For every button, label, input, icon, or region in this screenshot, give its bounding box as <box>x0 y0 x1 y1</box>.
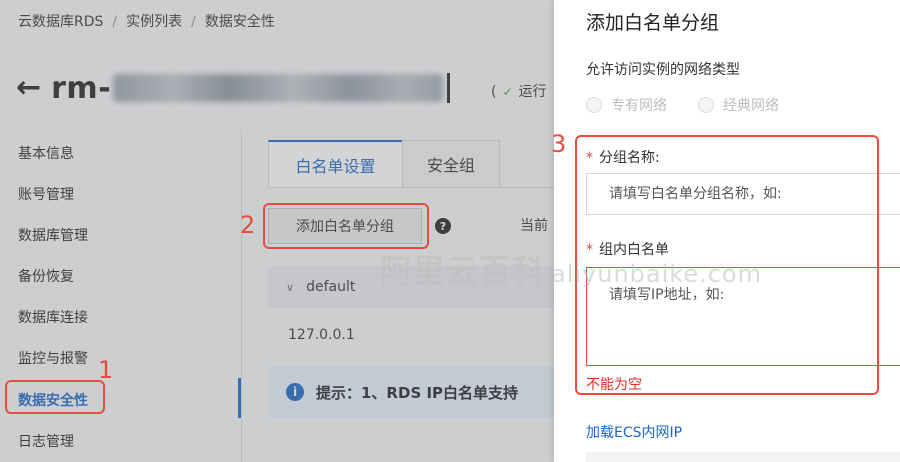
annotation-number-1: 1 <box>98 356 114 384</box>
network-type-label: 允许访问实例的网络类型 <box>586 62 740 78</box>
radio-circle-icon[interactable] <box>698 97 714 113</box>
watermark-en: aliyunbaike.com <box>551 260 762 288</box>
radio-circle-icon[interactable] <box>586 97 602 113</box>
radio-vpc-label: 专有网络 <box>611 98 667 114</box>
watermark: 阿里云百科 aliyunbaike.com <box>380 246 762 292</box>
annotation-number-3: 3 <box>551 130 567 158</box>
annotation-box-1 <box>5 380 105 414</box>
annotation-box-2 <box>263 203 429 249</box>
load-ecs-ip-link[interactable]: 加载ECS内网IP <box>586 422 682 442</box>
radio-vpc[interactable]: 专有网络 <box>586 95 667 115</box>
annotation-number-2: 2 <box>240 211 256 239</box>
radio-classic-label: 经典网络 <box>723 98 779 114</box>
watermark-cn: 阿里云百科 <box>380 252 546 290</box>
drawer-footer-strip <box>586 452 900 462</box>
drawer-title: 添加白名单分组 <box>586 12 720 34</box>
radio-classic[interactable]: 经典网络 <box>698 95 779 115</box>
